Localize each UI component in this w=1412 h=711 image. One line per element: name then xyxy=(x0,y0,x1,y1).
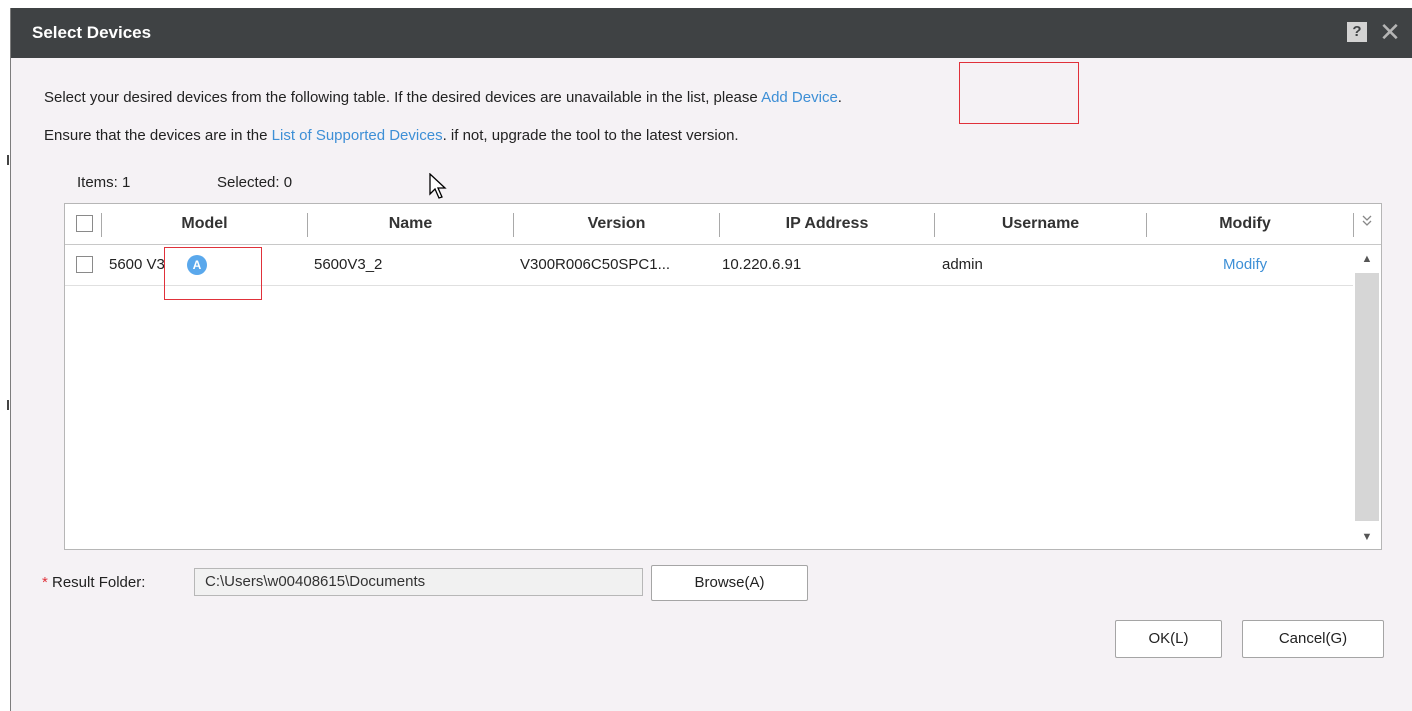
scrollbar-thumb[interactable] xyxy=(1355,273,1379,521)
highlight-box-add-device xyxy=(959,62,1079,124)
cell-version: V300R006C50SPC1... xyxy=(520,256,671,273)
result-folder-label-text: Result Folder: xyxy=(47,574,146,591)
instruction-end: . if not, upgrade the tool to the latest… xyxy=(442,127,739,144)
column-header-version[interactable]: Version xyxy=(514,204,719,244)
cancel-button[interactable]: Cancel(G) xyxy=(1242,620,1384,658)
dialog-titlebar: Select Devices ? ✕ xyxy=(11,8,1412,58)
cell-ip-address: 10.220.6.91 xyxy=(722,256,802,273)
cell-model: 5600 V3 xyxy=(109,256,165,273)
scroll-up-arrow-icon[interactable]: ▲ xyxy=(1353,249,1381,269)
instruction-text: Select your desired devices from the fol… xyxy=(44,89,762,106)
column-header-model[interactable]: Model xyxy=(102,204,307,244)
row-checkbox[interactable] xyxy=(76,256,93,273)
mouse-cursor-icon xyxy=(429,173,447,199)
supported-devices-link[interactable]: List of Supported Devices xyxy=(272,127,443,144)
dialog-title: Select Devices xyxy=(32,23,152,42)
cell-name: 5600V3_2 xyxy=(314,256,383,273)
table-scrollbar[interactable]: ▲ ▼ xyxy=(1353,245,1381,549)
items-count: Items: 1 xyxy=(77,174,131,191)
selected-count: Selected: 0 xyxy=(217,174,293,191)
column-header-username[interactable]: Username xyxy=(935,204,1146,244)
column-header-ip-address[interactable]: IP Address xyxy=(720,204,934,244)
double-chevron-down-icon xyxy=(1362,215,1372,226)
ok-button[interactable]: OK(L) xyxy=(1115,620,1222,658)
browse-button[interactable]: Browse(A) xyxy=(651,565,808,601)
add-device-link[interactable]: Add Device xyxy=(761,89,838,106)
column-header-name[interactable]: Name xyxy=(308,204,513,244)
cell-username: admin xyxy=(942,256,983,273)
result-folder-field[interactable]: C:\Users\w00408615\Documents xyxy=(194,568,643,596)
background-window-edge xyxy=(0,0,9,711)
help-button[interactable]: ? xyxy=(1347,22,1367,42)
scroll-down-arrow-icon[interactable]: ▼ xyxy=(1353,527,1381,547)
result-folder-label: * Result Folder: xyxy=(42,574,145,591)
instruction-text: Ensure that the devices are in the xyxy=(44,127,272,144)
select-all-checkbox[interactable] xyxy=(76,215,93,232)
highlight-box-model-icon xyxy=(164,247,262,300)
instruction-line-1: Select your desired devices from the fol… xyxy=(44,89,842,106)
column-chooser-icon[interactable] xyxy=(1353,204,1381,244)
edge-mark xyxy=(7,155,9,165)
instruction-line-2: Ensure that the devices are in the List … xyxy=(44,127,739,144)
instruction-end: . xyxy=(837,89,842,106)
edge-mark xyxy=(7,400,9,410)
column-header-modify[interactable]: Modify xyxy=(1147,204,1343,244)
table-header: Model Name Version IP Address Username M… xyxy=(65,204,1381,245)
modify-link[interactable]: Modify xyxy=(1223,245,1267,285)
close-icon[interactable]: ✕ xyxy=(1375,16,1405,48)
select-devices-dialog: Select Devices ? ✕ Select your desired d… xyxy=(10,8,1412,711)
